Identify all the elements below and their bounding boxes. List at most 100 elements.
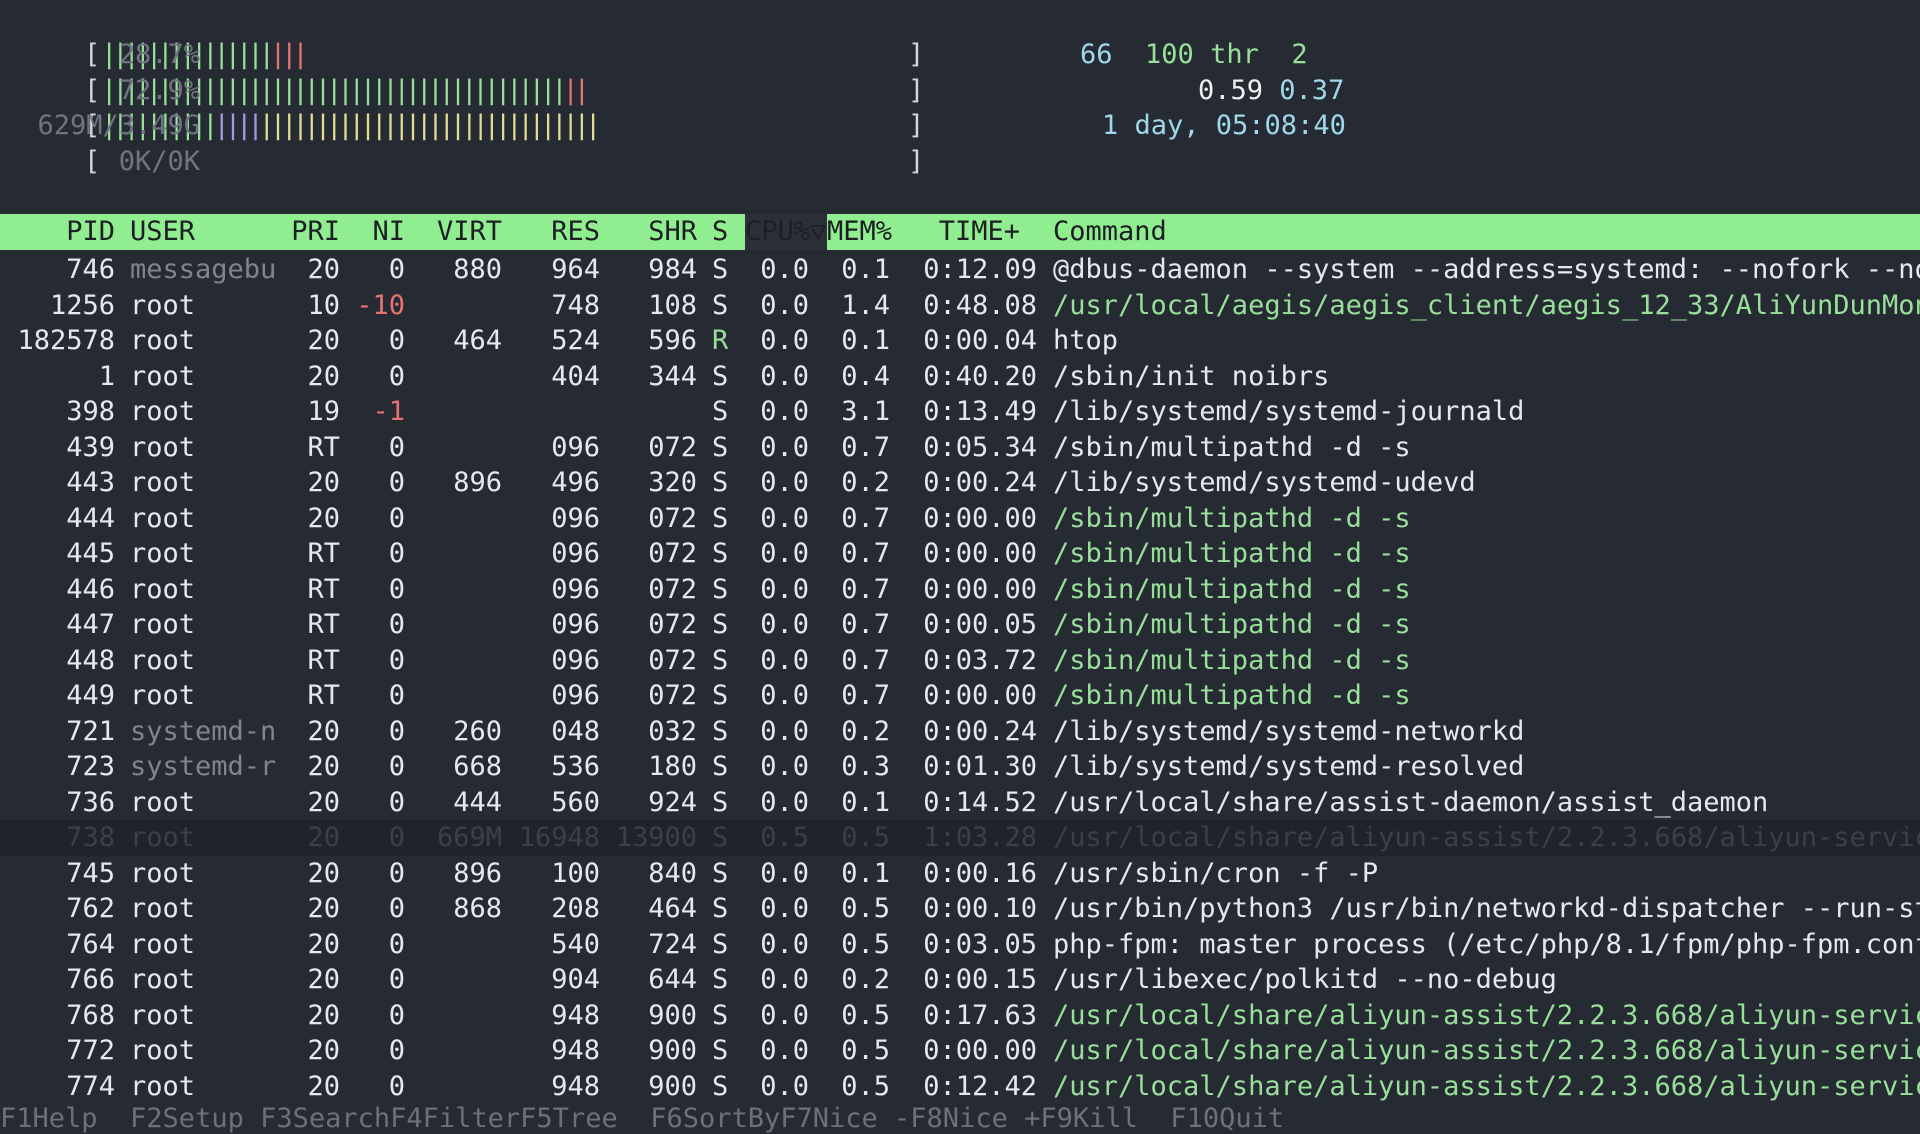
process-row[interactable]: 766 root 20 0 904 644 S 0.0 0.2 0:00.15/usr/libex… [0,962,1920,998]
process-row[interactable]: 762 root 20 0 868 208 464 S 0.0 0.5 0:00.10/usr/bi… [0,891,1920,927]
col-pri[interactable]: PRI [270,214,340,250]
cell-pid: 444 [66,502,115,534]
cell-pri: RT [307,538,340,569]
cell-time: 0:00.00 [923,680,1037,711]
cell-user: root [130,360,196,392]
cell-ni: -1 [372,396,405,427]
cell-time: 0:03.05 [923,928,1037,960]
cell-pri: 20 [307,1070,340,1102]
cell-pid: 738 [66,822,115,853]
cell-pid: 774 [66,1070,115,1102]
cell-cpu: 0.0 [760,538,809,569]
col-virt[interactable]: VIRT [420,214,502,250]
process-row[interactable]: 1 root 20 0 404 344 S 0.0 0.4 0:40.20/sbin/init n… [0,359,1920,395]
cell-shr: 072 [648,538,697,569]
cell-command: /sbin/multipathd -d -s [1053,573,1411,605]
cell-pri: 20 [307,822,340,853]
cell-user: systemd-n [130,715,277,747]
cell-res: 16948 [518,822,600,853]
cell-pid: 745 [66,857,115,889]
process-row[interactable]: 746 messagebu 20 0 880 964 984 S 0.0 0.1 0:12.09 @d… [0,252,1920,288]
process-row[interactable]: 723 systemd-r 20 0 668 536 180 S 0.0 0.3 0:01.30/l… [0,749,1920,785]
uptime-line: 1 day, 05:08:40 [1080,108,1346,144]
process-row[interactable]: 745 root 20 0 896 100 840 S 0.0 0.1 0:00.16/usr/sb… [0,856,1920,892]
cell-mem: 0.7 [841,538,890,569]
process-row[interactable]: 774 root 20 0 948 900 S 0.0 0.5 0:12.42/usr/local… [0,1069,1920,1105]
process-row[interactable]: 445 root RT 0 096 072 S 0.0 0.7 0:00.00/sbin/mult… [0,536,1920,572]
cell-state: S [712,1070,729,1102]
cell-pid: 446 [66,573,115,605]
load-5: 0.37 [1279,74,1345,106]
cell-time: 0:14.52 [923,786,1037,818]
cell-command: /lib/systemd/systemd-udevd [1053,467,1476,498]
process-row[interactable]: 736 root 20 0 444 560 924 S 0.0 0.1 0:14.52/usr/lo… [0,785,1920,821]
process-row[interactable]: 768 root 20 0 948 900 S 0.0 0.5 0:17.63/usr/local… [0,998,1920,1034]
col-cpu-sorted[interactable]: CPU%▽ [745,214,826,250]
cell-time: 0:40.20 [923,360,1037,392]
cell-cpu: 0.0 [760,609,809,640]
process-row[interactable]: 439 root RT 0 096 072 S 0.0 0.7 0:05.34/sbin/mult… [0,430,1920,466]
cell-command: /sbin/multipathd -d -s [1053,502,1411,534]
process-row[interactable]: 1256 root 10 -10 748 108 S 0.0 1.4 0:48.08/usr/lo… [0,288,1920,324]
col-time[interactable]: TIME+ [920,214,1020,250]
process-row[interactable]: 446 root RT 0 096 072 S 0.0 0.7 0:00.00/sbin/mult… [0,572,1920,608]
cell-pri: 20 [307,786,340,818]
col-res[interactable]: RES [510,214,600,250]
cell-shr: 344 [648,360,697,392]
cell-mem: 0.1 [841,254,890,285]
process-row[interactable]: 444 root 20 0 096 072 S 0.0 0.7 0:00.00/sbin/mult… [0,501,1920,537]
cell-mem: 0.5 [841,1070,890,1102]
col-command[interactable]: Command [1053,214,1167,250]
process-row[interactable]: 443 root 20 0 896 496 320 S 0.0 0.2 0:00.24/lib/sy… [0,465,1920,501]
cell-mem: 0.7 [841,680,890,711]
process-row[interactable]: 721 systemd-n 20 0 260 048 032 S 0.0 0.2 0:00.24/l… [0,714,1920,750]
cell-cpu: 0.0 [760,928,809,960]
cell-cpu: 0.0 [760,254,809,285]
process-row[interactable]: 772 root 20 0 948 900 S 0.0 0.5 0:00.00/usr/local… [0,1033,1920,1069]
cell-pid: 768 [66,999,115,1031]
cell-ni: 0 [388,786,405,818]
cell-user: root [130,573,196,605]
col-pid[interactable]: PID [0,214,115,250]
cell-pri: RT [307,573,340,605]
process-row[interactable]: 182578 root 20 0 464 524 596 R 0.0 0.1 0:00.04 htop [0,323,1920,359]
col-state[interactable]: S [712,214,728,250]
cell-mem: 0.2 [841,467,890,498]
cell-state: S [712,893,729,924]
cell-pid: 762 [66,893,115,924]
cpu-meter-2: [ ||||||||||||||||||||||||||||||||||||||… [0,73,925,108]
cell-mem: 0.2 [841,715,890,747]
cell-time: 0:00.05 [923,609,1037,640]
cell-mem: 0.5 [841,1035,890,1066]
cell-state: S [712,857,729,889]
cell-time: 0:48.08 [923,289,1037,321]
process-row[interactable]: 447 root RT 0 096 072 S 0.0 0.7 0:00.05/sbin/mult… [0,607,1920,643]
cell-command: /usr/libexec/polkitd --no-debug [1053,964,1557,995]
col-mem[interactable]: MEM% [827,214,892,250]
col-ni[interactable]: NI [350,214,405,250]
cpu-meter-1: [ |||||||||||||||||| 28.7% ] [0,37,925,72]
col-user[interactable]: USER [130,214,195,250]
cell-pid: 721 [66,715,115,747]
col-shr[interactable]: SHR [605,214,697,250]
cell-command: /sbin/multipathd -d -s [1053,680,1411,711]
cell-user: root [130,999,196,1031]
cell-state: S [712,644,729,676]
cell-command: /usr/local/share/assist-daemon/assist_da… [1053,786,1769,818]
cell-time: 0:17.63 [923,999,1037,1031]
process-row[interactable]: 448 root RT 0 096 072 S 0.0 0.7 0:03.72/sbin/mult… [0,643,1920,679]
cell-mem: 1.4 [841,289,890,321]
process-row[interactable]: 449 root RT 0 096 072 S 0.0 0.7 0:00.00/sbin/mult… [0,678,1920,714]
cell-pri: 20 [307,928,340,960]
process-row[interactable]: 398 root 19 -1 S 0.0 3.1 0:13.49/lib/systemd/sy… [0,394,1920,430]
cell-user: root [130,928,196,960]
cell-pri: 20 [307,467,340,498]
cell-pid: 723 [66,751,115,782]
process-row[interactable]: 764 root 20 0 540 724 S 0.0 0.5 0:03.05 php-fpm: m… [0,927,1920,963]
cell-ni: 0 [388,360,405,392]
cell-state: S [712,715,729,747]
cell-virt: 896 [453,857,502,889]
function-key-bar[interactable]: F1Help F2Setup F3SearchF4FilterF5Tree F6… [0,1104,1920,1134]
process-row[interactable]: 738 root 20 0 669M 16948 13900 S 0.5 0.5 1:03.28/u… [0,820,1920,856]
cell-shr: 900 [648,1070,697,1102]
